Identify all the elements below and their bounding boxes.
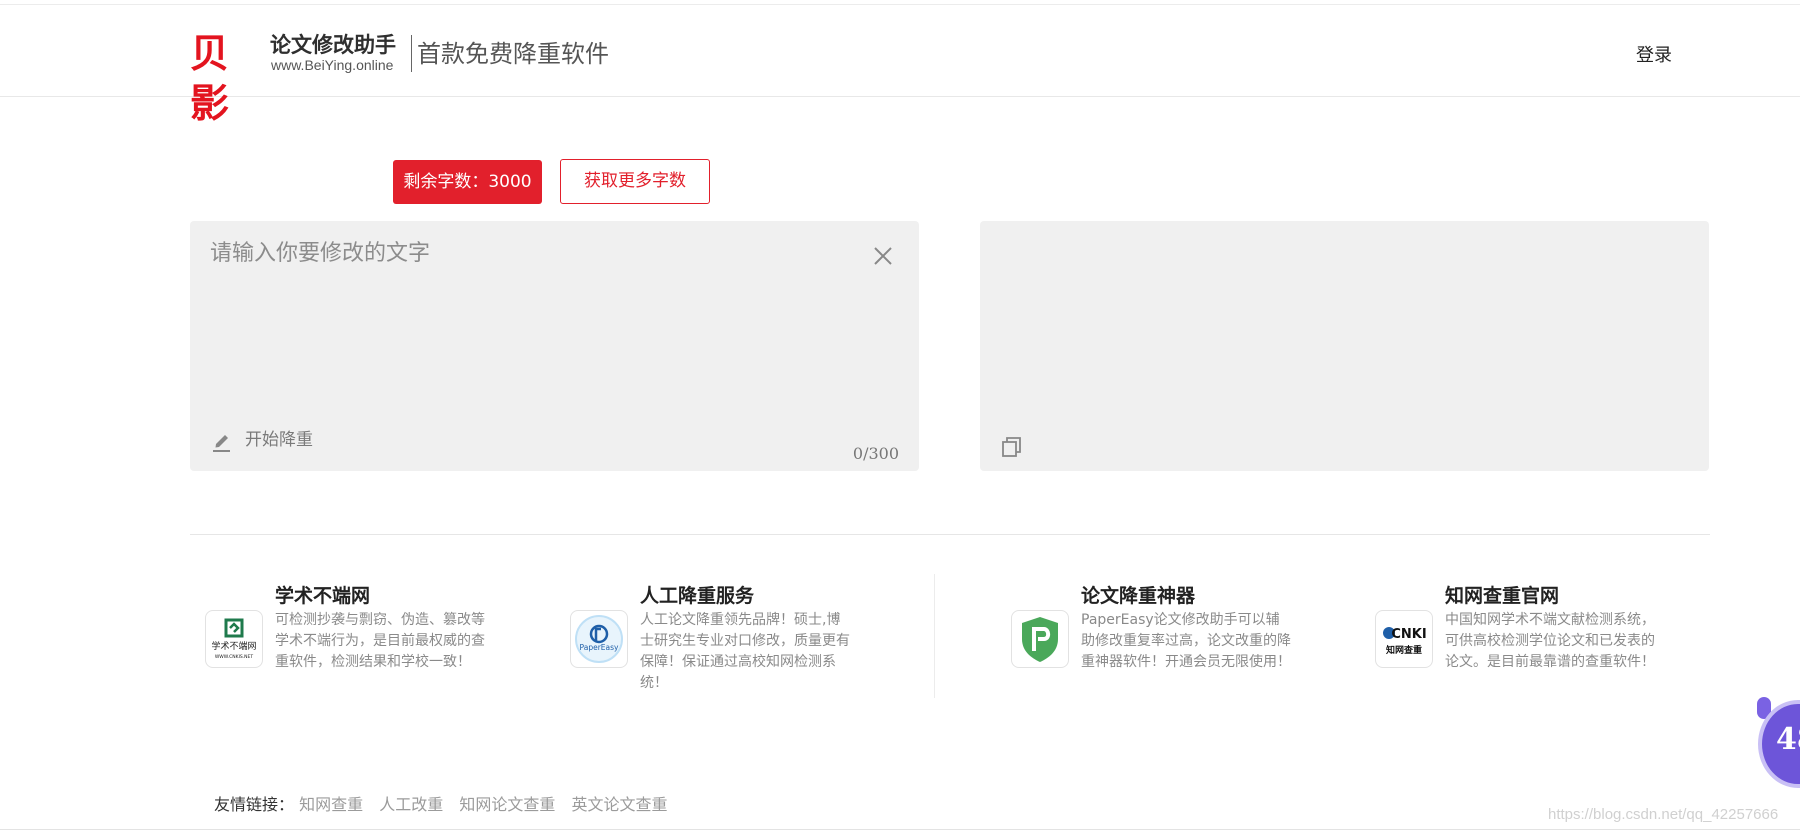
papereasy-logo-icon: PaperEasy	[570, 610, 628, 668]
friend-link[interactable]: 知网论文查重	[459, 795, 555, 814]
cnki-logo-sub: CNKI	[1391, 627, 1426, 642]
logo-mark: 贝影	[190, 31, 229, 127]
input-panel[interactable]: 请输入你要修改的文字 开始降重 0/300	[190, 221, 919, 471]
service-title: 论文降重神器	[1081, 585, 1196, 607]
input-placeholder[interactable]: 请输入你要修改的文字	[210, 239, 430, 269]
friend-link[interactable]: 英文论文查重	[571, 795, 667, 814]
start-rewrite-label: 开始降重	[245, 430, 313, 450]
service-title: 人工降重服务	[640, 585, 755, 607]
login-link[interactable]: 登录	[1636, 45, 1672, 67]
service-description: 人工论文降重领先品牌！硕士,博士研究生专业对口修改，质量更有保障！保证通过高校知…	[640, 612, 850, 691]
bottom-border	[0, 829, 1800, 830]
remaining-words-badge: 剩余字数：3000	[393, 160, 542, 204]
get-more-words-button[interactable]: 获取更多字数	[560, 159, 710, 204]
logo-url: www.BeiYing.online	[271, 57, 394, 73]
service-card-tool[interactable]: 论文降重神器 PaperEasy论文修改助手可以辅助修改重复率过高，论文改重的降…	[1011, 584, 1301, 694]
copy-icon[interactable]	[1000, 435, 1024, 459]
widget-number: 48	[1776, 722, 1800, 757]
friend-links: 友情链接： 知网查重 人工改重 知网论文查重 英文论文查重	[214, 794, 678, 816]
logo-slogan: 首款免费降重软件	[417, 40, 609, 68]
logo-name: 论文修改助手	[270, 33, 396, 57]
friend-links-label: 友情链接：	[214, 795, 295, 814]
cnkis-logo-text: 学术不端网	[211, 640, 256, 652]
logo-separator	[411, 35, 412, 72]
cnkis-logo-icon: 学术不端网 WWW.CNKIS.NET	[205, 610, 263, 668]
service-description: 中国知网学术不端文献检测系统，可供高校检测学位论文和已发表的论文。是目前最靠谱的…	[1445, 612, 1655, 670]
cnkis-logo-sub: WWW.CNKIS.NET	[215, 654, 254, 660]
service-description: 可检测抄袭与剽窃、伪造、篡改等学术不端行为，是目前最权威的查重软件，检测结果和学…	[275, 612, 485, 670]
section-divider	[190, 534, 1710, 535]
output-panel	[980, 221, 1709, 471]
service-title: 学术不端网	[275, 585, 371, 607]
service-card-manual[interactable]: PaperEasy 人工降重服务 人工论文降重领先品牌！硕士,博士研究生专业对口…	[570, 584, 860, 694]
service-card-cnki[interactable]: CNKI 知网查重 知网查重官网 中国知网学术不端文献检测系统，可供高校检测学位…	[1375, 584, 1665, 694]
papereasy-logo-text: PaperEasy	[580, 643, 619, 652]
char-counter: 0/300	[852, 444, 899, 463]
papereasy-shield-icon	[1011, 610, 1069, 668]
friend-link[interactable]: 人工改重	[379, 795, 443, 814]
site-header: 贝影 论文修改助手 www.BeiYing.online 首款免费降重软件 登录	[0, 5, 1800, 127]
cnki-logo-icon: CNKI 知网查重	[1375, 610, 1433, 668]
watermark: https://blog.csdn.net/qq_42257666	[1548, 806, 1779, 823]
friend-link[interactable]: 知网查重	[299, 795, 363, 814]
service-description: PaperEasy论文修改助手可以辅助修改重复率过高，论文改重的降重神器软件！开…	[1081, 612, 1291, 670]
services-divider	[934, 574, 935, 698]
service-title: 知网查重官网	[1445, 585, 1560, 607]
service-card-cnkis[interactable]: 学术不端网 WWW.CNKIS.NET 学术不端网 可检测抄袭与剽窃、伪造、篡改…	[205, 584, 495, 694]
cnki-logo-text: 知网查重	[1385, 644, 1422, 656]
clear-icon[interactable]	[870, 243, 896, 269]
pencil-icon	[213, 435, 230, 452]
